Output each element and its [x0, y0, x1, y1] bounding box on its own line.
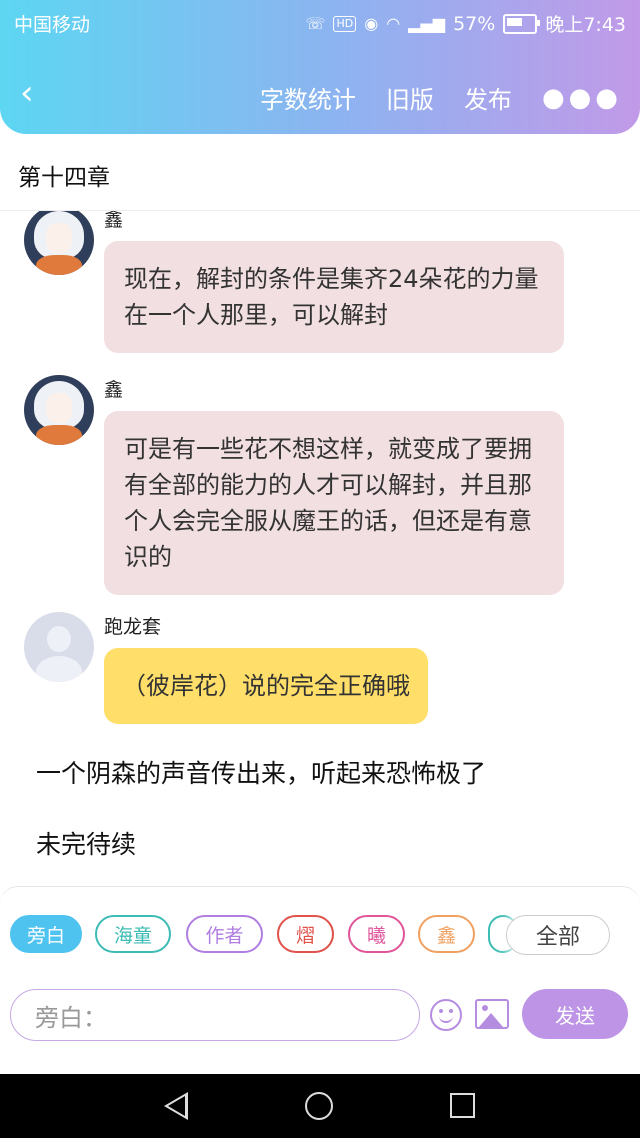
battery-fill: [507, 17, 523, 26]
wifi-icon: ◠: [386, 14, 401, 33]
home-icon[interactable]: [305, 1092, 333, 1120]
back-icon[interactable]: [164, 1092, 188, 1120]
role-chip[interactable]: 曦: [348, 915, 405, 953]
message-bubble[interactable]: 可是有一些花不想这样，就变成了要拥有全部的能力的人才可以解封，并且那个人会完全服…: [104, 411, 564, 595]
eye-icon: ◉: [364, 14, 379, 33]
chevron-left-icon[interactable]: ‹: [20, 76, 34, 110]
role-chip[interactable]: 海童: [95, 915, 171, 953]
role-chip[interactable]: 熠: [277, 915, 334, 953]
image-icon[interactable]: [475, 999, 509, 1029]
battery-percent: 57%: [453, 12, 496, 35]
header: 中国移动 ☏ HD ◉ ◠ ▂▄▆ 57% 晚上7:43 ‹ 字数统计 旧版 发…: [0, 0, 640, 134]
chapter-title: 第十四章: [18, 165, 110, 191]
nav-bar: ‹ 字数统计 旧版 发布 ●●●: [0, 64, 640, 128]
sender-name: 跑龙套: [104, 616, 162, 638]
publish-button[interactable]: 发布: [464, 80, 512, 115]
sender-name: 鑫: [104, 211, 124, 231]
role-chip[interactable]: 旁白: [10, 915, 82, 953]
volte-icon: ☏: [305, 14, 326, 33]
narration-text[interactable]: 一个阴森的声音传出来，听起来恐怖极了: [36, 754, 486, 790]
avatar[interactable]: [24, 375, 94, 445]
nav-actions: 字数统计 旧版 发布 ●●●: [230, 80, 622, 115]
composer-panel: 旁白 海童 作者熠曦鑫 全部 旁白： 发送: [0, 886, 640, 1075]
status-icons: ☏ HD ◉ ◠ ▂▄▆ 57% 晚上7:43: [305, 10, 626, 37]
status-bar: 中国移动 ☏ HD ◉ ◠ ▂▄▆ 57% 晚上7:43: [0, 0, 640, 44]
word-count-button[interactable]: 字数统计: [260, 80, 356, 115]
system-nav-bar: [0, 1074, 640, 1138]
role-chip[interactable]: 作者: [186, 915, 263, 953]
role-chip[interactable]: 鑫: [418, 915, 475, 953]
sender-name: 鑫: [104, 379, 124, 401]
signal-icon: ▂▄▆: [408, 14, 446, 33]
emoji-icon[interactable]: [430, 999, 462, 1031]
avatar[interactable]: [24, 612, 94, 682]
old-version-button[interactable]: 旧版: [386, 80, 434, 115]
message-input[interactable]: 旁白：: [10, 989, 420, 1041]
input-row: 旁白： 发送: [0, 989, 640, 1045]
battery-icon: [503, 13, 541, 34]
carrier-label: 中国移动: [14, 14, 91, 36]
message-bubble[interactable]: 现在，解封的条件是集齐24朵花的力量在一个人那里，可以解封: [104, 241, 564, 353]
clock: 晚上7:43: [545, 14, 626, 36]
message-feed[interactable]: 鑫 现在，解封的条件是集齐24朵花的力量在一个人那里，可以解封 鑫 可是有一些花…: [0, 211, 640, 887]
hd-icon: HD: [333, 15, 357, 32]
all-roles-button[interactable]: 全部: [506, 915, 610, 955]
more-dots-icon[interactable]: ●●●: [542, 83, 622, 113]
recent-apps-icon[interactable]: [450, 1093, 475, 1118]
message-bubble[interactable]: （彼岸花）说的完全正确哦: [104, 648, 428, 724]
avatar[interactable]: [24, 211, 94, 275]
narration-text[interactable]: 未完待续: [36, 825, 136, 861]
send-button[interactable]: 发送: [522, 989, 628, 1039]
